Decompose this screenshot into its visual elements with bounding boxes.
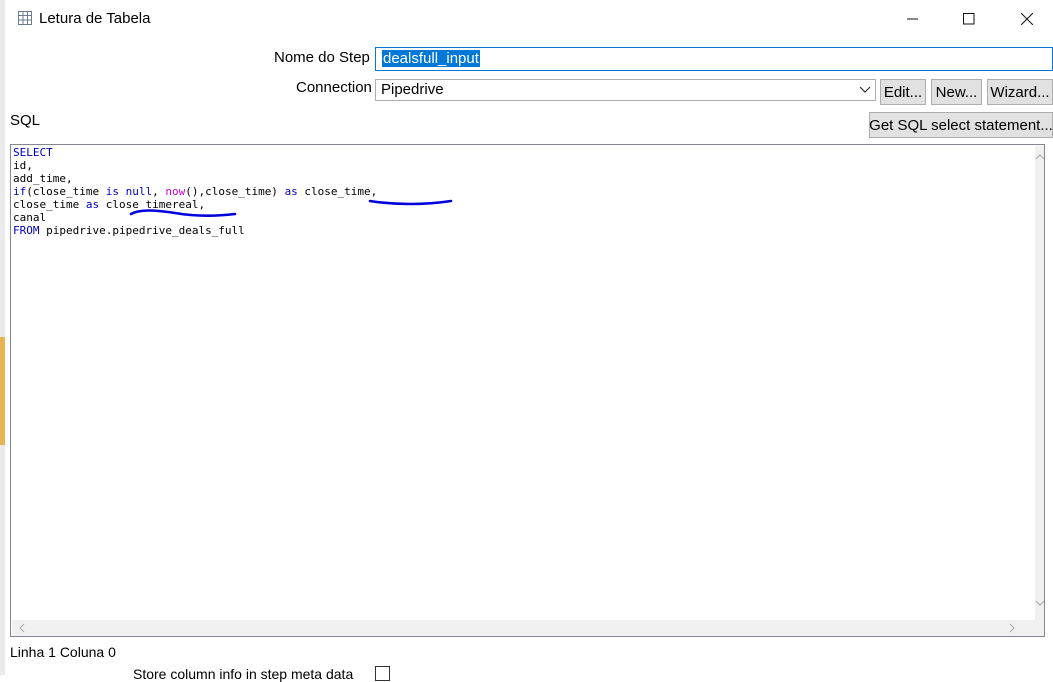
sql-line: canal bbox=[13, 211, 377, 224]
scrollbar-corner bbox=[1035, 620, 1044, 636]
step-name-value: dealsfull_input bbox=[382, 50, 480, 67]
minimize-icon bbox=[907, 18, 918, 20]
sql-line: SELECT bbox=[13, 146, 377, 159]
sql-token: as bbox=[85, 198, 100, 211]
close-button[interactable] bbox=[1004, 0, 1050, 38]
sql-line: close_time as close_timereal, bbox=[13, 198, 377, 211]
sql-line: add_time, bbox=[13, 172, 377, 185]
sql-token: (),close_time) bbox=[185, 185, 285, 198]
sql-token: , bbox=[152, 185, 166, 198]
sql-line: FROM pipedrive.pipedrive_deals_full bbox=[13, 224, 377, 237]
sql-token: pipedrive.pipedrive_deals_full bbox=[39, 224, 245, 237]
sql-token: (close_time bbox=[26, 185, 106, 198]
sql-editor[interactable]: SELECT id, add_time, if(close_time is null,… bbox=[10, 144, 1045, 637]
connection-label: Connection bbox=[296, 79, 372, 96]
scroll-left-icon[interactable] bbox=[17, 623, 27, 633]
sql-token: close_timereal, bbox=[99, 198, 206, 211]
sql-token: id, bbox=[13, 159, 33, 172]
sql-token: if bbox=[13, 185, 27, 198]
get-sql-statement-button[interactable]: Get SQL select statement... bbox=[869, 112, 1053, 138]
sql-label: SQL bbox=[10, 112, 41, 129]
new-connection-button[interactable]: New... bbox=[931, 79, 982, 105]
background-note-strip bbox=[0, 337, 5, 445]
sql-token: as bbox=[284, 185, 298, 198]
window-title: Letura de Tabela bbox=[39, 10, 151, 27]
step-name-input[interactable]: dealsfull_input bbox=[375, 47, 1053, 71]
wizard-button[interactable]: Wizard... bbox=[987, 79, 1053, 105]
cursor-position-status: Linha 1 Coluna 0 bbox=[10, 644, 116, 660]
sql-token: SELECT bbox=[13, 146, 53, 159]
edit-connection-button[interactable]: Edit... bbox=[880, 79, 926, 105]
sql-token: is null bbox=[105, 185, 153, 198]
sql-line: if(close_time is null, now(),close_time)… bbox=[13, 185, 377, 198]
step-name-label: Nome do Step bbox=[274, 49, 370, 66]
chevron-down-icon bbox=[859, 86, 871, 93]
scroll-up-icon[interactable] bbox=[1035, 152, 1045, 162]
store-column-info-checkbox[interactable] bbox=[375, 666, 390, 681]
table-grid-icon bbox=[18, 11, 32, 25]
scroll-right-icon[interactable] bbox=[1007, 623, 1017, 633]
close-icon bbox=[1021, 13, 1033, 25]
sql-token: FROM bbox=[13, 224, 40, 237]
maximize-button[interactable] bbox=[946, 0, 992, 38]
sql-line: id, bbox=[13, 159, 377, 172]
connection-value: Pipedrive bbox=[381, 81, 444, 98]
title-bar: Letura de Tabela bbox=[5, 0, 1053, 38]
vertical-scrollbar[interactable] bbox=[1035, 146, 1045, 620]
connection-select[interactable]: Pipedrive bbox=[375, 79, 876, 101]
horizontal-scrollbar[interactable] bbox=[12, 620, 1035, 636]
minimize-button[interactable] bbox=[890, 0, 936, 38]
store-column-info-label: Store column info in step meta data bbox=[133, 666, 354, 682]
sql-token: canal bbox=[13, 211, 47, 224]
maximize-icon bbox=[963, 13, 975, 25]
sql-token: close_time bbox=[13, 198, 86, 211]
sql-token: now bbox=[165, 185, 186, 198]
sql-token: close_time, bbox=[297, 185, 378, 198]
sql-code: SELECT id, add_time, if(close_time is null,… bbox=[13, 146, 377, 237]
scroll-down-icon[interactable] bbox=[1035, 598, 1045, 608]
sql-token: add_time, bbox=[13, 172, 73, 185]
